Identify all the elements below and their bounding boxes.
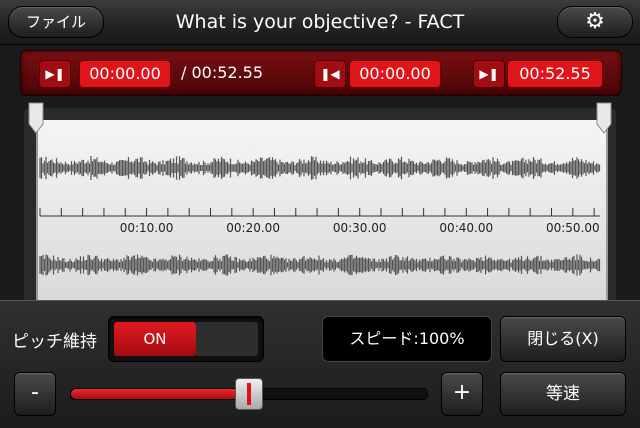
axis-tick-label: 00:50.00 (546, 221, 600, 235)
toggle-off-area (196, 322, 258, 356)
speed-display: スピード:100% (322, 316, 492, 362)
gear-icon: ⚙ (585, 9, 605, 34)
total-time: / 00:52.55 (181, 63, 264, 82)
waveform-channel (39, 254, 601, 276)
page-title: What is your objective? - FACT (175, 11, 465, 33)
speed-slider-thumb[interactable] (235, 378, 263, 410)
close-button[interactable]: 閉じる(X) (500, 316, 626, 362)
file-button[interactable]: ファイル (8, 6, 104, 38)
top-bar: ファイル What is your objective? - FACT ⚙ (0, 0, 640, 45)
play-pause-button[interactable]: ▶❚ (39, 60, 71, 88)
axis-tick-label: 00:10.00 (120, 221, 174, 235)
waveform-channel (39, 156, 601, 180)
skip-to-start-icon: ❚◀ (320, 67, 340, 81)
axis-tick-label: 00:20.00 (226, 221, 280, 235)
loop-start-field[interactable]: 00:00.00 (349, 60, 441, 88)
loop-start-button[interactable]: ❚◀ (314, 60, 346, 88)
time-bar: ▶❚ 00:00.00 / 00:52.55 ❚◀ 00:00.00 ▶❚ 00… (20, 50, 622, 96)
toggle-on-state: ON (114, 322, 196, 356)
current-time-field[interactable]: 00:00.00 (79, 60, 171, 88)
axis-tick-label: 00:30.00 (333, 221, 387, 235)
normal-speed-button[interactable]: 等速 (500, 372, 626, 416)
loop-end-field[interactable]: 00:52.55 (507, 60, 603, 88)
skip-to-end-icon: ▶❚ (479, 67, 499, 81)
pitch-lock-label: ピッチ維持 (12, 332, 97, 352)
play-pause-icon: ▶❚ (45, 67, 65, 81)
loop-start-marker[interactable] (28, 102, 44, 134)
loop-end-button[interactable]: ▶❚ (473, 60, 505, 88)
speed-slider-fill (71, 389, 248, 399)
settings-button[interactable]: ⚙ (557, 6, 633, 38)
waveform-display[interactable]: 00:10.00 00:20.00 00:30.00 00:40.00 00:50.00 (36, 120, 604, 305)
loop-end-marker[interactable] (596, 102, 612, 134)
axis-tick-label: 00:40.00 (439, 221, 493, 235)
pitch-lock-toggle[interactable]: ON (108, 316, 264, 362)
speed-increase-button[interactable]: + (441, 372, 483, 416)
speed-decrease-button[interactable]: - (14, 372, 56, 416)
